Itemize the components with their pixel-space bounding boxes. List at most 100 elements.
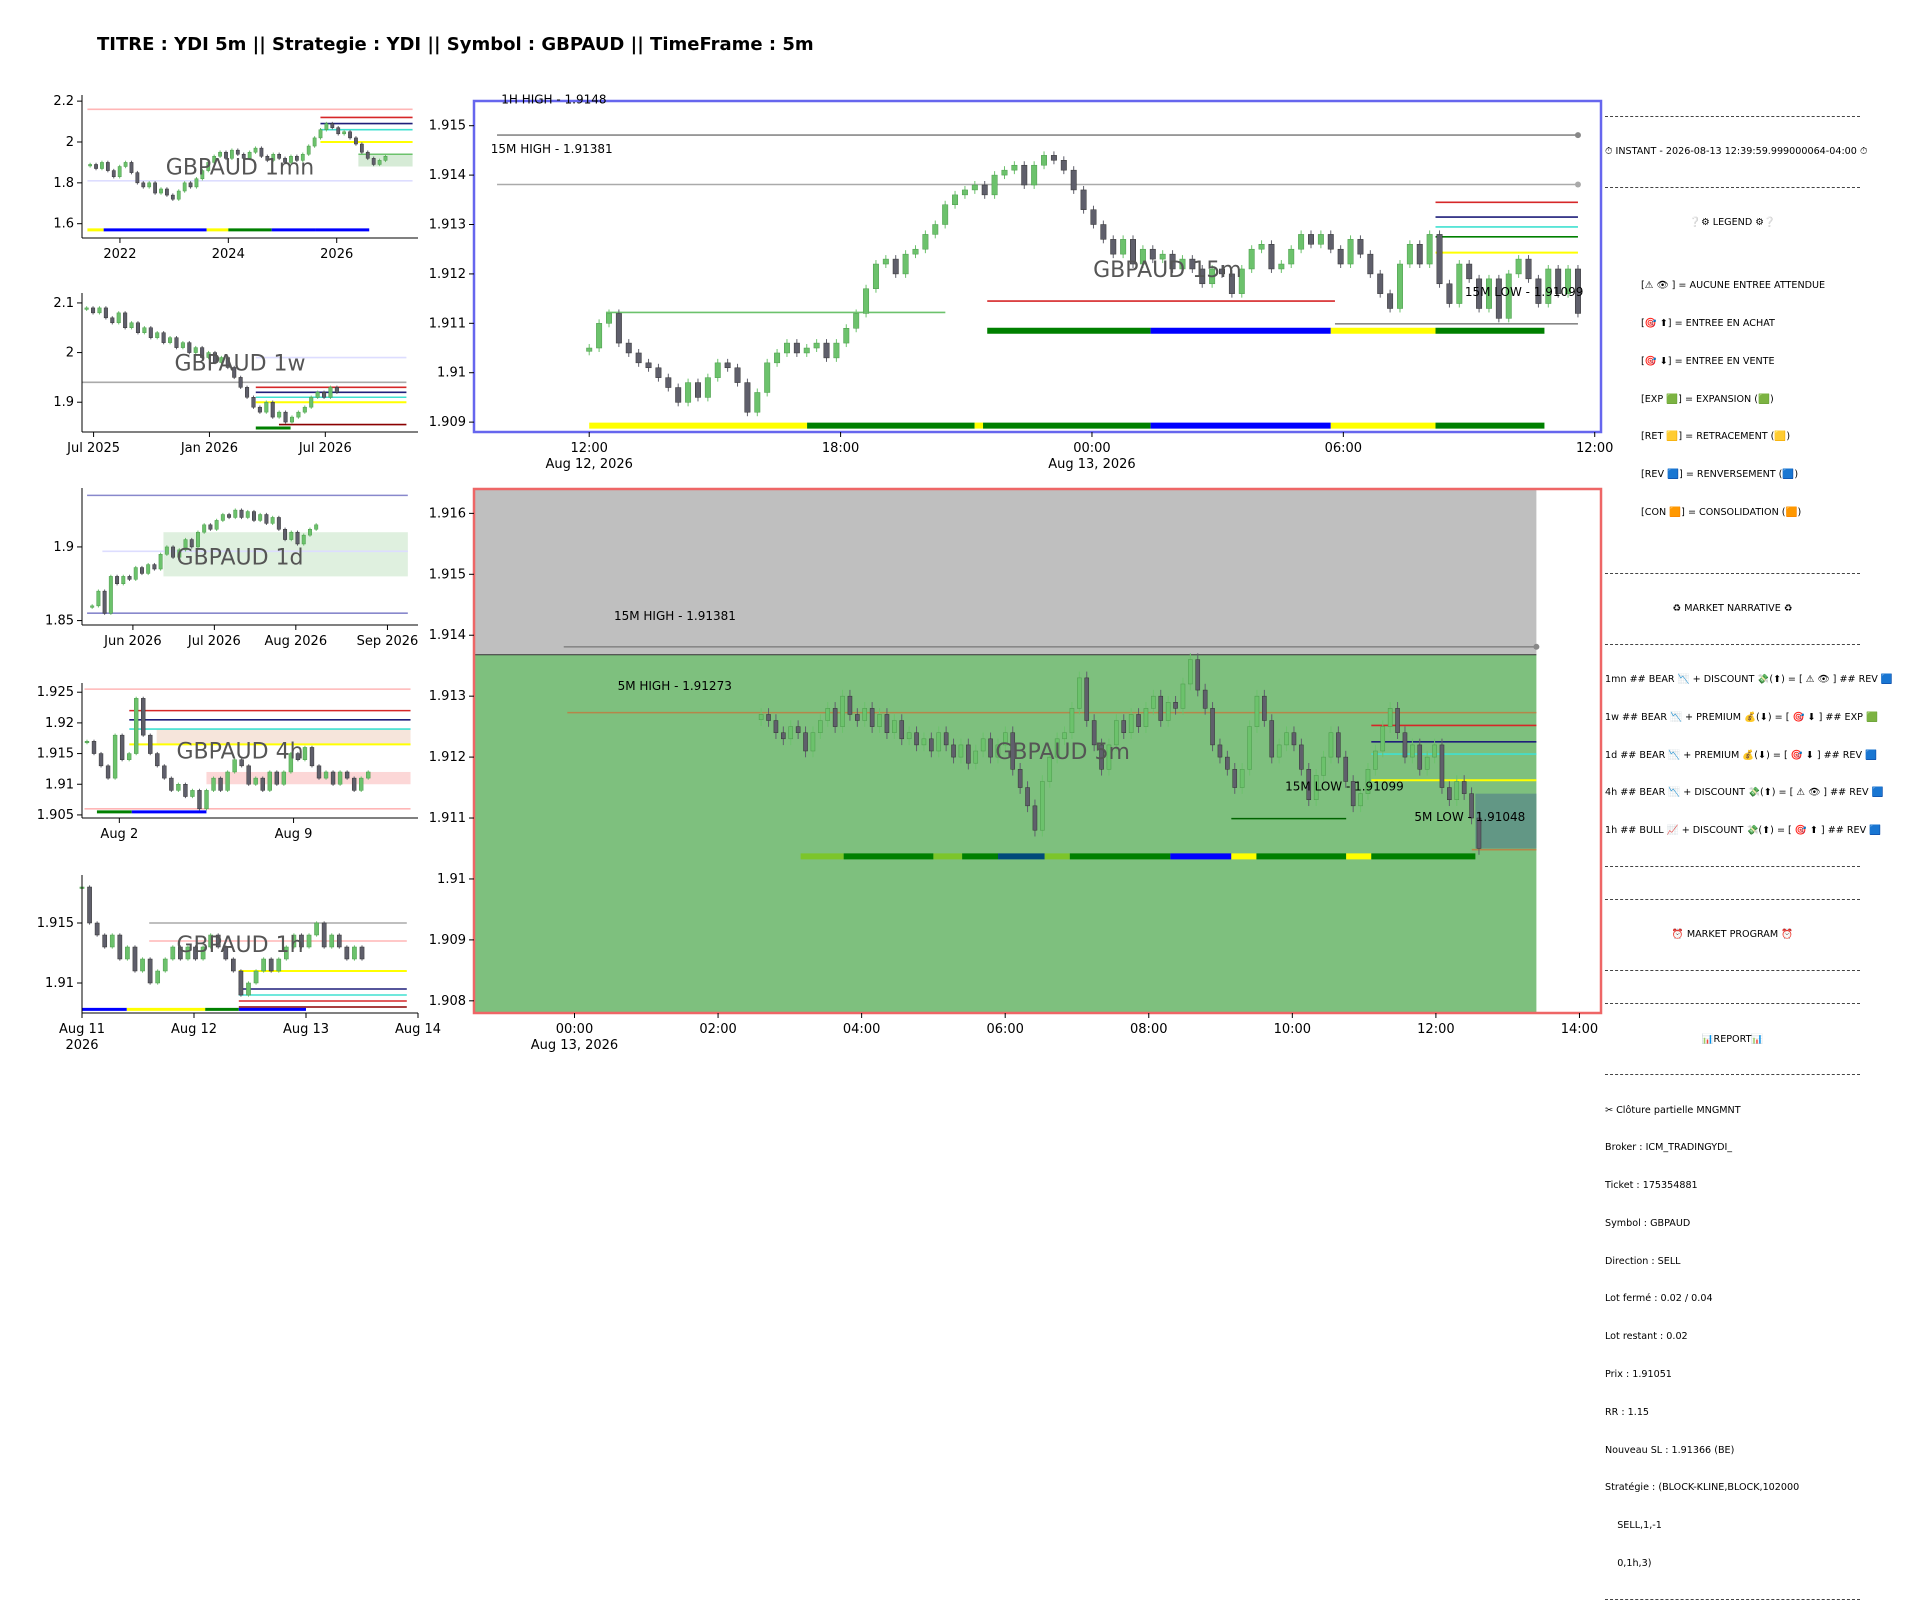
y-tick-label: 1.92 [45, 716, 74, 731]
candle-body [115, 576, 120, 585]
candle-body [1011, 164, 1018, 171]
candle-body [329, 934, 335, 948]
candle-body [1151, 695, 1156, 709]
separator [1605, 970, 1860, 972]
candle-body [314, 922, 319, 936]
candle-body [1515, 258, 1522, 275]
candle-body [133, 567, 138, 580]
candle-body [105, 765, 111, 779]
x-tick-label: 06:00 [1325, 441, 1362, 456]
candle-body [348, 131, 352, 139]
x-tick-label: 18:00 [822, 441, 859, 456]
x-tick-label: 2022 [103, 247, 136, 262]
legend-title: ❔⚙ LEGEND ⚙❔ [1689, 217, 1776, 229]
y-tick-label: 2.2 [53, 94, 74, 109]
candle-body [322, 392, 327, 398]
candle-body [645, 362, 652, 369]
x-tick-label: Jun 2026 [103, 634, 162, 649]
candle-body [922, 234, 929, 250]
candle-body [132, 946, 138, 972]
candle-body [354, 137, 358, 145]
candle-body [129, 322, 134, 328]
candle-body [174, 337, 179, 348]
candle-body [139, 567, 144, 574]
candle-body [1288, 248, 1295, 265]
level-dot [1574, 181, 1581, 188]
candle-body [314, 524, 319, 530]
candle-body [102, 590, 107, 614]
narrative-item: 4h ## BEAR 📉 + DISCOUNT 💸(⬆) = [ ⚠ 👁 ] #… [1605, 787, 1884, 799]
candle-body [283, 528, 288, 540]
candle-body [932, 224, 939, 235]
level-label: 15M HIGH - 1.91381 [491, 142, 613, 156]
candle-body [1387, 708, 1393, 727]
candle-body [1041, 155, 1048, 166]
candle-body [961, 189, 968, 196]
report-item: Symbol : GBPAUD [1605, 1217, 1691, 1229]
candle-body [119, 734, 125, 760]
candle-body [328, 387, 333, 398]
candle-body [795, 726, 801, 733]
candle-body [309, 747, 315, 767]
candle-body [1262, 695, 1267, 721]
candle-body [270, 517, 275, 524]
candle-body [1402, 732, 1408, 758]
candle-body [307, 528, 312, 536]
y-tick-label: 2 [66, 135, 74, 150]
chart-watermark: GBPAUD 1h [176, 933, 303, 958]
candle-body [1298, 234, 1305, 250]
candle-body [208, 524, 213, 530]
candle-body [764, 362, 771, 393]
candle-body [126, 753, 132, 760]
candle-body [758, 714, 764, 720]
candle-body [625, 342, 632, 354]
chart-gbpaud-1mn: 1.6 1.8 2 2.2 2022 2024 2026 GBPAUD 1mn [53, 94, 418, 262]
candle-body [1040, 781, 1045, 831]
x-tick-label: 02:00 [699, 1022, 736, 1037]
candle-body [123, 312, 128, 329]
candle-body [84, 307, 89, 310]
candle-body [258, 514, 263, 521]
candle-body [251, 511, 256, 521]
candle-body [1343, 756, 1349, 782]
candle-body [159, 188, 163, 194]
candle-body [862, 708, 868, 721]
candle-body [116, 312, 121, 324]
candle-body [170, 946, 176, 960]
y-tick-label: 1.912 [429, 750, 466, 765]
y-tick-label: 1.913 [429, 218, 466, 233]
candle-body [218, 777, 223, 791]
candle-body [615, 313, 622, 344]
candle-body [202, 524, 207, 533]
candle-body [1410, 744, 1415, 758]
candle-body [134, 698, 139, 754]
candle-body [1447, 787, 1452, 800]
candle-body [318, 129, 323, 139]
y-tick-label: 1.915 [429, 119, 466, 134]
candle-body [352, 946, 357, 960]
candle-body [246, 982, 251, 996]
chart-watermark: GBPAUD 5m [995, 740, 1130, 765]
candle-body [1439, 744, 1445, 788]
candle-body [309, 397, 314, 408]
candle-body [869, 708, 875, 727]
candle-body [268, 958, 274, 972]
candle-body [125, 946, 130, 960]
y-tick-label: 1.913 [429, 689, 466, 704]
candle-body [146, 564, 151, 574]
candle-body [1258, 244, 1265, 250]
report-item: Broker : ICM_TRADINGYDI_ [1605, 1142, 1733, 1154]
candle-body [183, 784, 188, 797]
candle-body [169, 777, 174, 791]
candle-body [1299, 744, 1304, 770]
report-item: Stratégie : (BLOCK-KLINE,BLOCK,102000 [1605, 1482, 1800, 1494]
candle-body [1284, 732, 1289, 746]
candle-body [171, 546, 176, 558]
narrative-item: 1h ## BULL 📈 + DISCOUNT 💸(⬆) = [ 🎯 ⬆ ] #… [1605, 825, 1882, 837]
candle-body [1080, 189, 1087, 210]
x-tick-label: 12:00 [1417, 1022, 1454, 1037]
candle-body [1337, 248, 1344, 265]
candle-body [840, 695, 845, 727]
narrative-item: 1mn ## BEAR 📉 + DISCOUNT 💸(⬆) = [ ⚠ 👁 ] … [1605, 674, 1893, 686]
candle-body [744, 382, 751, 413]
